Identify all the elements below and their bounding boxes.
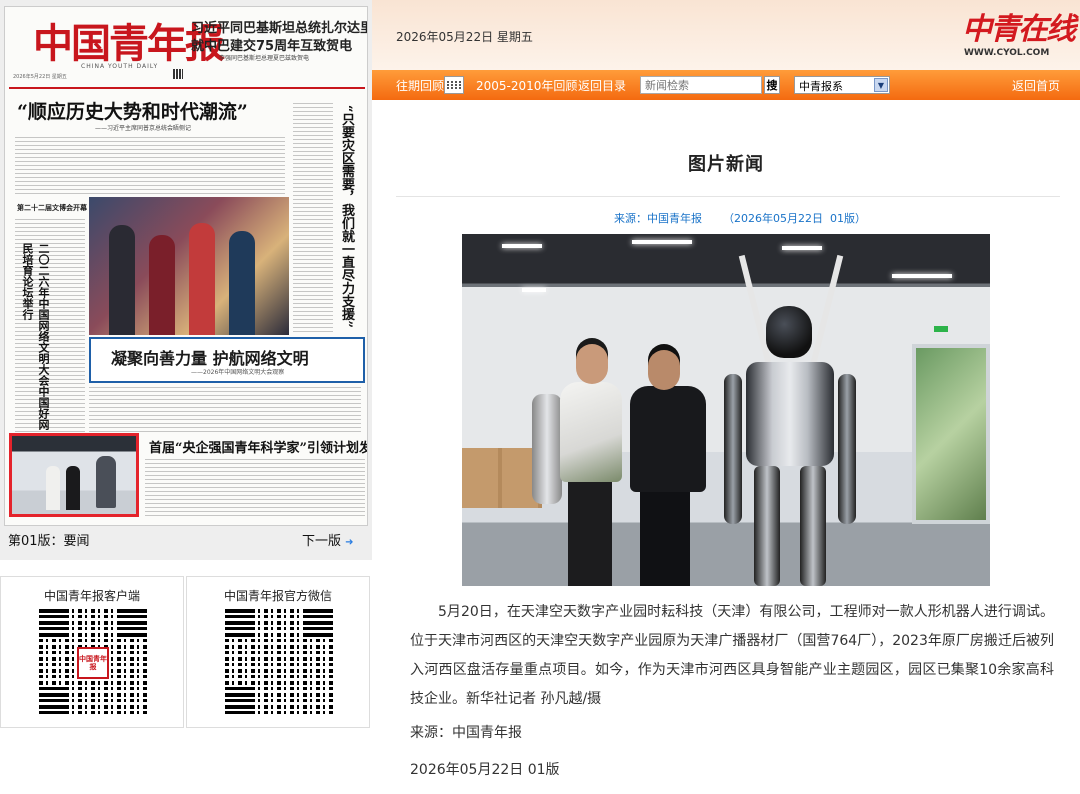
site-logo[interactable]: 中青在线: [962, 4, 1076, 48]
person-body: [560, 382, 622, 482]
photo-figure: [189, 223, 215, 335]
qr-title-wechat: 中国青年报官方微信: [223, 589, 332, 603]
masthead-divider: [9, 87, 365, 89]
next-page-label: 下一版: [302, 534, 342, 549]
nav-home[interactable]: 返回首页: [1012, 77, 1060, 94]
ceiling-light: [522, 288, 546, 292]
article-text-block: [89, 387, 361, 433]
person-legs: [568, 480, 612, 586]
newspaper-panel: 中国青年报 CHINA YOUTH DAILY 2026年5月22日 星期五 习…: [0, 0, 372, 560]
article-source: 来源：中国青年报: [410, 725, 522, 741]
top-headline-line2: 就中巴建交75周年互致贺电: [191, 39, 353, 54]
qr-code-icon[interactable]: 中国青年报: [39, 609, 147, 717]
page-footer: 第01版：要闻 下一版 ➜: [0, 526, 372, 550]
series-select-value: 中青报系: [799, 80, 843, 93]
newspaper-front-page[interactable]: 中国青年报 CHINA YOUTH DAILY 2026年5月22日 星期五 习…: [4, 6, 368, 526]
photo-figure: [109, 225, 135, 335]
qr-center-logo: 中国青年报: [77, 647, 109, 679]
photo-window: [912, 344, 990, 524]
thumbnail-image: [12, 436, 136, 514]
blue-feature-sub: ——2026年中国网络文明大会观察: [191, 369, 285, 376]
exit-sign: [934, 326, 948, 332]
robot-arm: [838, 374, 856, 524]
article-date: 2026年05月22日 01版: [410, 762, 560, 778]
blue-feature-headline: 凝聚向善力量 护航网络文明: [111, 349, 309, 368]
search-input[interactable]: [640, 76, 762, 94]
ceiling-light: [782, 246, 822, 250]
site-header: 2026年05月22日 星期五 中青在线 WWW.CYOL.COM: [372, 0, 1080, 70]
arrow-right-icon: ➜: [345, 537, 354, 548]
robot-torso: [746, 362, 834, 466]
masthead: 中国青年报 CHINA YOUTH DAILY 2026年5月22日 星期五 习…: [5, 7, 368, 87]
next-page-link[interactable]: 下一版 ➜: [302, 530, 354, 549]
person-head: [648, 350, 680, 390]
header-date: 2026年05月22日 星期五: [396, 30, 533, 44]
search-button[interactable]: 搜: [764, 76, 780, 94]
page: 中国青年报 CHINA YOUTH DAILY 2026年5月22日 星期五 习…: [0, 0, 1080, 794]
series-select[interactable]: 中青报系 ▼: [794, 76, 890, 94]
page-label: 第01版：要闻: [8, 534, 90, 549]
nav-archive[interactable]: 2005-2010年回顾: [476, 77, 577, 94]
blue-feature-box: 凝聚向善力量 护航网络文明 ——2026年中国网络文明大会观察: [89, 337, 365, 383]
highlighted-photo-thumbnail[interactable]: [9, 433, 139, 517]
robot-rig: [810, 254, 844, 364]
ceiling-light: [502, 244, 542, 248]
robot-rig: [738, 254, 772, 364]
photo-person-engineer: [626, 350, 706, 586]
front-page-photo: [89, 197, 289, 335]
qr-panel-wechat: 中国青年报官方微信: [186, 576, 370, 728]
person-body: [630, 386, 706, 492]
science-headline: 首届“央企强国青年科学家”引领计划发布: [149, 441, 368, 456]
article-text-block: [145, 459, 365, 519]
photo-boxes: [462, 448, 542, 508]
masthead-english: CHINA YOUTH DAILY: [81, 63, 159, 70]
nav-bar: 往期回顾 2005-2010年回顾 返回目录 搜 中青报系 ▼ 返回首页: [372, 70, 1080, 100]
thumbnail-person: [46, 466, 60, 510]
vertical-headline-left: 二〇二六年中国网络文明大会中国好网民培育论坛举行: [21, 243, 50, 430]
person-legs: [640, 490, 690, 586]
article-text-block: [293, 103, 333, 333]
article-caption: 5月20日，在天津空天数字产业园时耘科技（天津）有限公司，工程师对一款人形机器人…: [410, 604, 1054, 707]
masthead-qr-icon: [173, 69, 183, 79]
thumbnail-person: [66, 466, 80, 510]
main-headline: “顺应历史大势和时代潮流”: [17, 101, 248, 123]
main-headline-sub: ——习近平主席同普京总统会晤侧记: [95, 125, 192, 132]
top-headline-sub: 李强同巴基斯坦总理夏巴兹致贺电: [219, 55, 310, 62]
thumbnail-robot: [96, 456, 116, 508]
ceiling-light: [892, 274, 952, 278]
article-text-block: [15, 137, 285, 195]
article-photo: [462, 234, 990, 586]
section-label: 第二十二届文博会开幕: [17, 204, 87, 212]
chevron-down-icon: ▼: [874, 78, 888, 92]
photo-figure: [229, 231, 255, 335]
article-title: 图片新闻: [688, 154, 764, 175]
site-url: WWW.CYOL.COM: [964, 48, 1050, 58]
title-divider: [396, 196, 1060, 197]
photo-person-engineer: [558, 344, 622, 586]
top-headline-line1: 习近平同巴基斯坦总统扎尔达里: [191, 21, 368, 36]
vertical-headline-right: “只要灾区需要，我们就一直尽力支援”: [339, 105, 354, 328]
nav-back-to-toc[interactable]: 返回目录: [578, 77, 626, 94]
masthead-date: 2026年5月22日 星期五: [13, 74, 67, 80]
nav-past-review[interactable]: 往期回顾: [396, 77, 444, 94]
robot-leg: [754, 466, 780, 586]
robot-head: [766, 306, 812, 358]
article-source-line: 来源：中国青年报 （2026年05月22日 01版）: [614, 212, 866, 225]
qr-code-icon[interactable]: [225, 609, 333, 717]
robot-arm: [724, 374, 742, 524]
robot-leg: [800, 466, 826, 586]
ceiling-light: [632, 240, 692, 244]
photo-figure: [149, 235, 175, 335]
qr-panel-client: 中国青年报客户端 中国青年报: [0, 576, 184, 728]
person-head: [576, 344, 608, 384]
calendar-icon[interactable]: [444, 76, 464, 94]
qr-title-client: 中国青年报客户端: [43, 589, 140, 603]
